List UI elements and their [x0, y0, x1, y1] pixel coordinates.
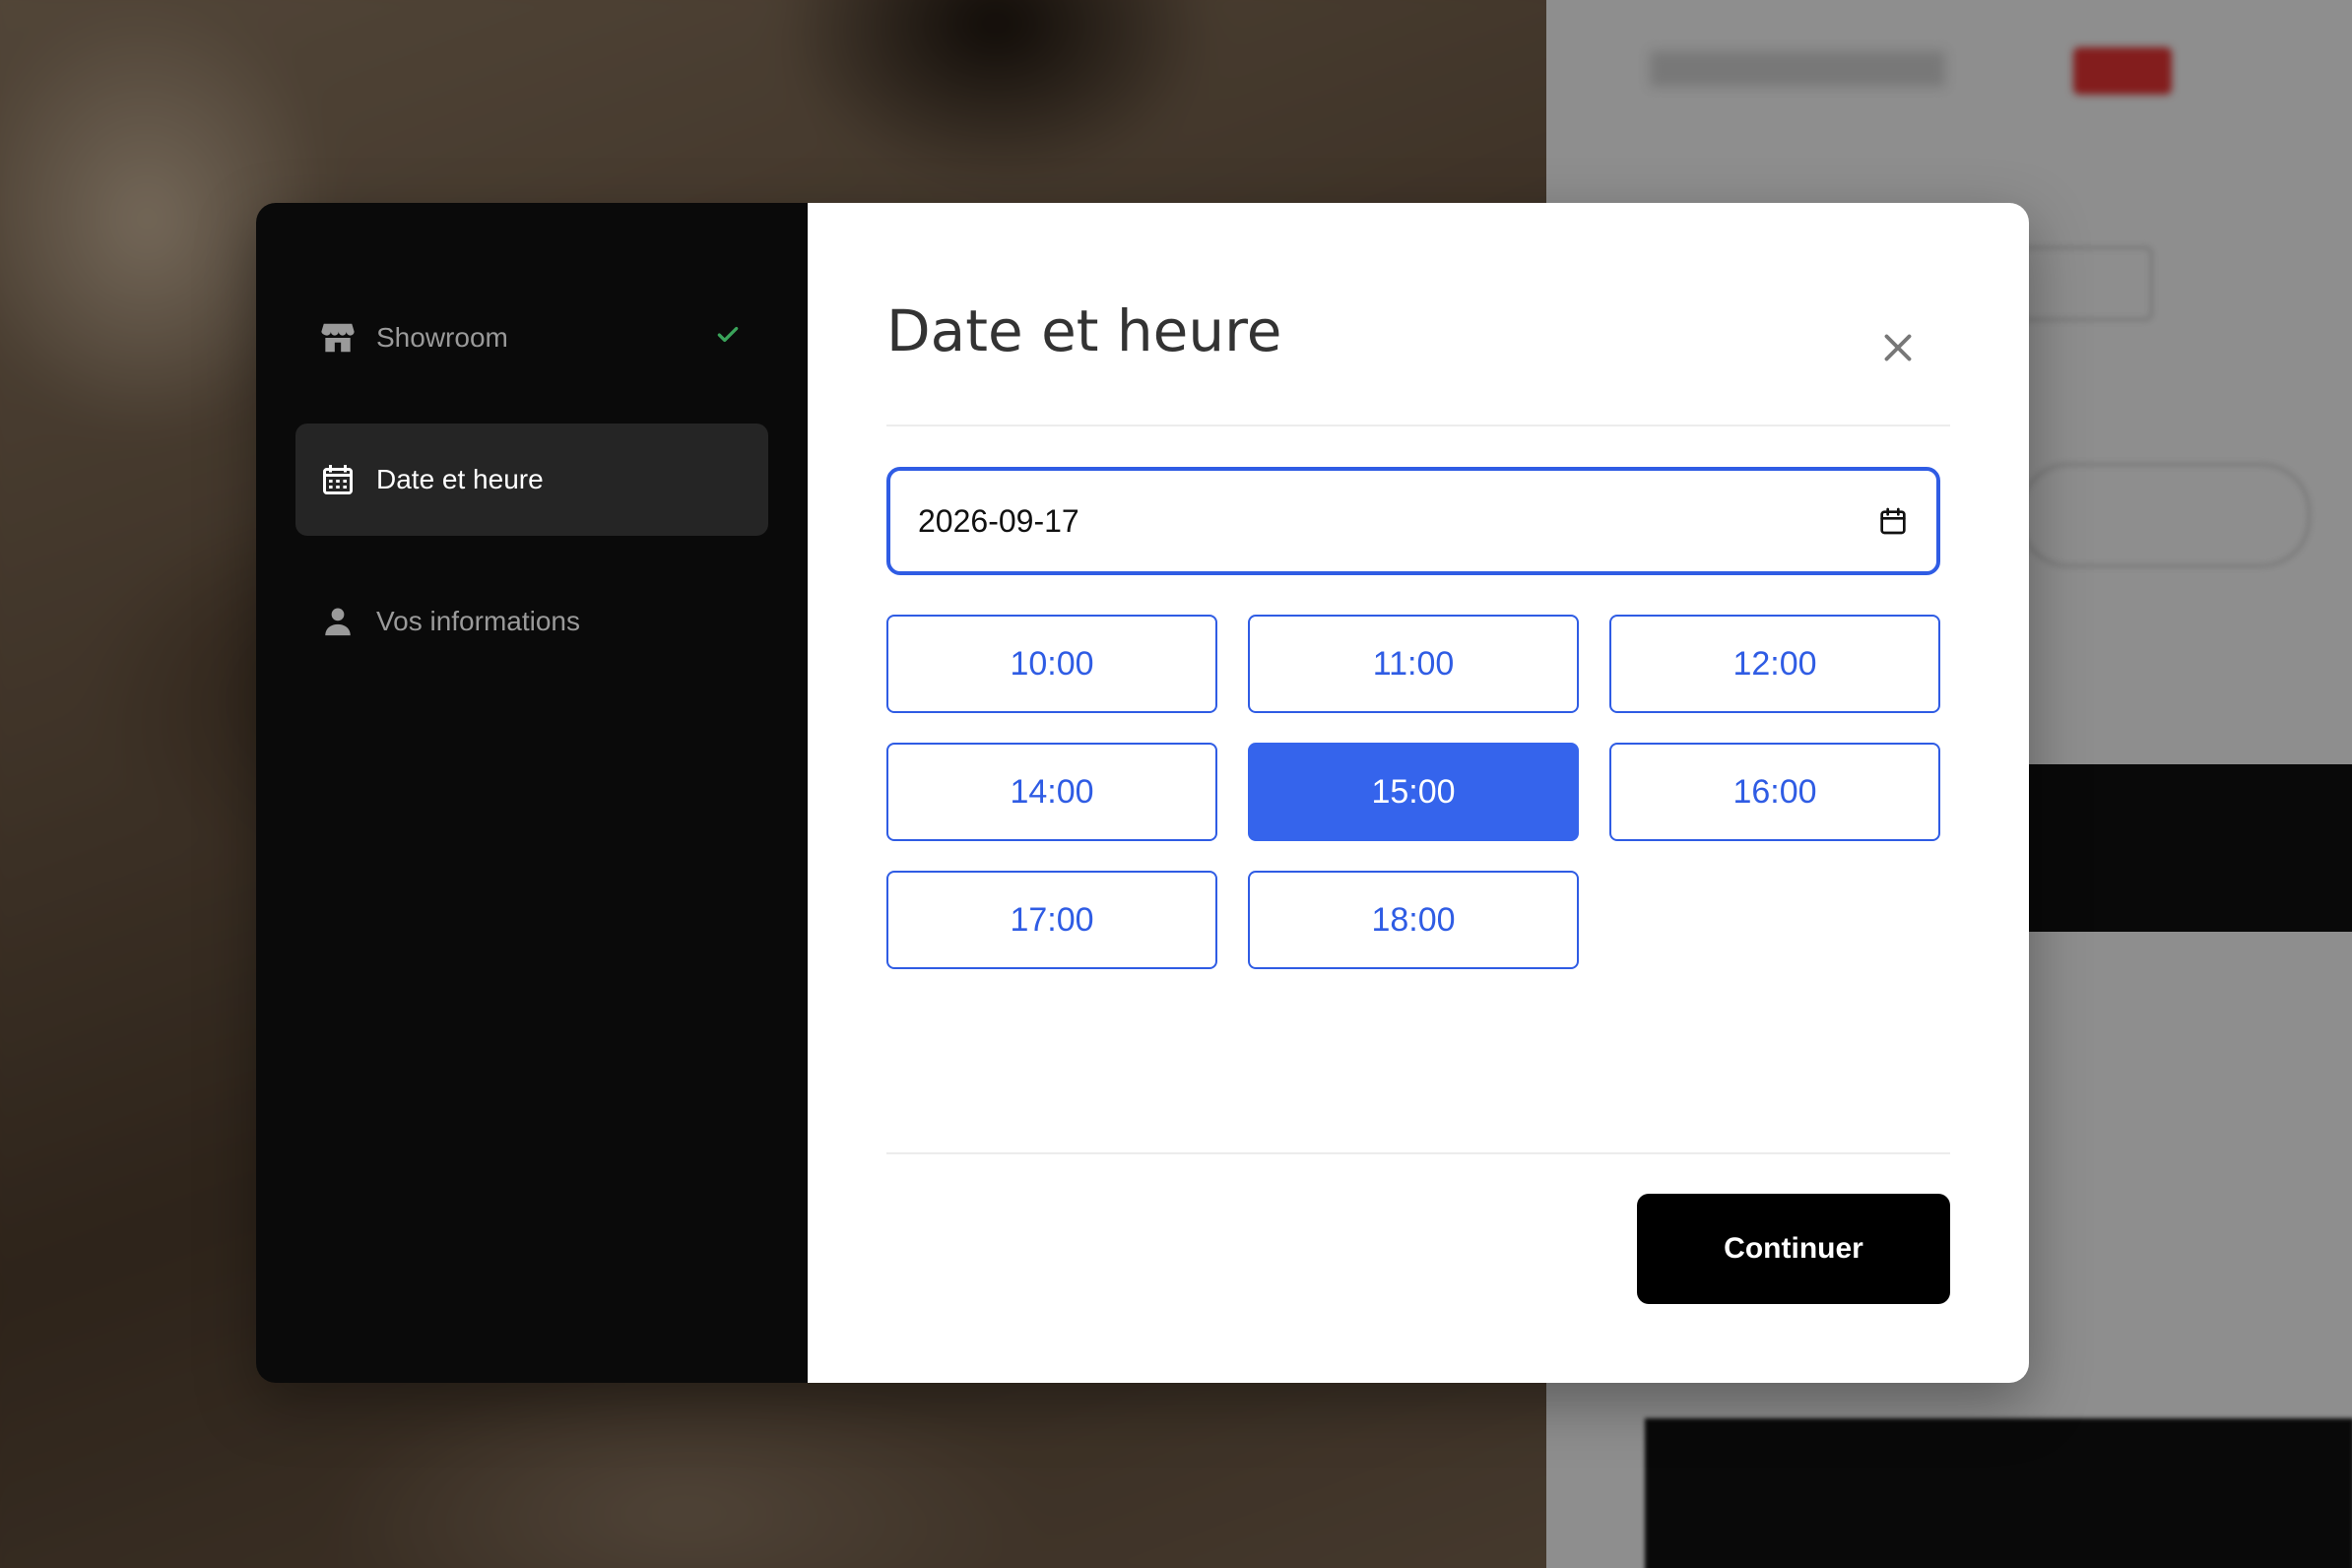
time-slot-button[interactable]: 15:00 [1248, 743, 1579, 841]
time-slot-button[interactable]: 11:00 [1248, 615, 1579, 713]
step-date-time[interactable]: Date et heure [295, 424, 768, 536]
date-value: 2026-09-17 [918, 502, 1079, 539]
page-viewport: Showroom Date et heure Vos informations … [0, 0, 2352, 1568]
modal-content: Date et heure 2026-09-17 10:00 11:00 12:00… [808, 203, 2029, 1383]
time-slot-button[interactable]: 12:00 [1609, 615, 1940, 713]
continue-button[interactable]: Continuer [1637, 1194, 1950, 1304]
booking-modal: Showroom Date et heure Vos informations … [256, 203, 2029, 1383]
step-showroom[interactable]: Showroom [295, 282, 768, 394]
user-icon [319, 603, 357, 640]
step-label: Vos informations [376, 606, 580, 636]
close-icon[interactable] [1875, 325, 1921, 370]
time-slot-button[interactable]: 16:00 [1609, 743, 1940, 841]
time-slot-button[interactable]: 14:00 [886, 743, 1217, 841]
modal-title: Date et heure [886, 297, 1282, 364]
step-label: Date et heure [376, 464, 544, 494]
time-slots: 10:00 11:00 12:00 14:00 15:00 16:00 17:00 18:00 [886, 615, 1940, 969]
time-slot-button[interactable]: 10:00 [886, 615, 1217, 713]
steps-sidebar: Showroom Date et heure Vos informations [256, 203, 808, 1383]
divider [886, 1152, 1950, 1154]
check-icon [715, 322, 741, 355]
calendar-icon [319, 461, 357, 498]
divider [886, 425, 1950, 426]
step-label: Showroom [376, 322, 508, 353]
time-slot-button[interactable]: 18:00 [1248, 871, 1579, 969]
step-your-info[interactable]: Vos informations [295, 565, 768, 678]
calendar-picker-icon[interactable] [1877, 505, 1909, 537]
store-icon [319, 319, 357, 357]
date-field[interactable]: 2026-09-17 [886, 467, 1940, 575]
time-slot-button[interactable]: 17:00 [886, 871, 1217, 969]
